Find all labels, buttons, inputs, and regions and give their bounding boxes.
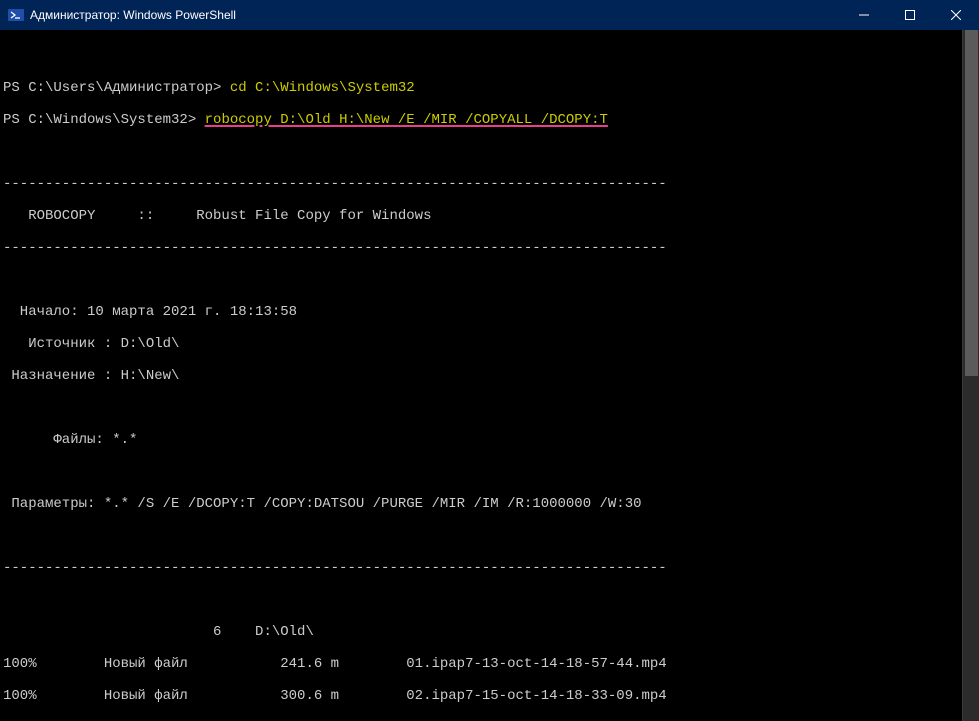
info-params: Параметры: *.* /S /E /DCOPY:T /COPY:DATS…: [3, 496, 976, 512]
info-files: Файлы: *.*: [3, 432, 976, 448]
blank-line: [3, 272, 976, 288]
maximize-button[interactable]: [887, 0, 933, 30]
robocopy-header: ROBOCOPY :: Robust File Copy for Windows: [3, 208, 976, 224]
close-button[interactable]: [933, 0, 979, 30]
terminal-output[interactable]: PS C:\Users\Администратор> cd C:\Windows…: [0, 30, 979, 721]
command-text: cd C:\Windows\System32: [230, 80, 415, 96]
blank-line: [3, 528, 976, 544]
blank-line: [3, 400, 976, 416]
scrollbar[interactable]: [962, 30, 979, 721]
titlebar[interactable]: Администратор: Windows PowerShell: [0, 0, 979, 30]
window-title: Администратор: Windows PowerShell: [30, 8, 841, 22]
divider: ----------------------------------------…: [3, 560, 976, 576]
blank-line: [3, 48, 976, 64]
blank-line: [3, 144, 976, 160]
powershell-icon: [8, 7, 24, 23]
file-row: 100% Новый файл 241.6 m 01.ipap7-13-oct-…: [3, 656, 976, 672]
divider: ----------------------------------------…: [3, 176, 976, 192]
file-row: 100% Новый файл 300.6 m 02.ipap7-15-oct-…: [3, 688, 976, 704]
scrollbar-thumb[interactable]: [965, 30, 978, 376]
divider: ----------------------------------------…: [3, 240, 976, 256]
minimize-button[interactable]: [841, 0, 887, 30]
blank-line: [3, 592, 976, 608]
powershell-window: Администратор: Windows PowerShell PS C:\…: [0, 0, 979, 721]
prompt-line: PS C:\Users\Администратор> cd C:\Windows…: [3, 80, 976, 96]
info-source: Источник : D:\Old\: [3, 336, 976, 352]
info-dest: Назначение : H:\New\: [3, 368, 976, 384]
command-text: robocopy D:\Old H:\New /E /MIR /COPYALL …: [205, 112, 608, 128]
blank-line: [3, 464, 976, 480]
window-controls: [841, 0, 979, 30]
prompt-line: PS C:\Windows\System32> robocopy D:\Old …: [3, 112, 976, 128]
info-start: Начало: 10 марта 2021 г. 18:13:58: [3, 304, 976, 320]
dir-line: 6 D:\Old\: [3, 624, 976, 640]
